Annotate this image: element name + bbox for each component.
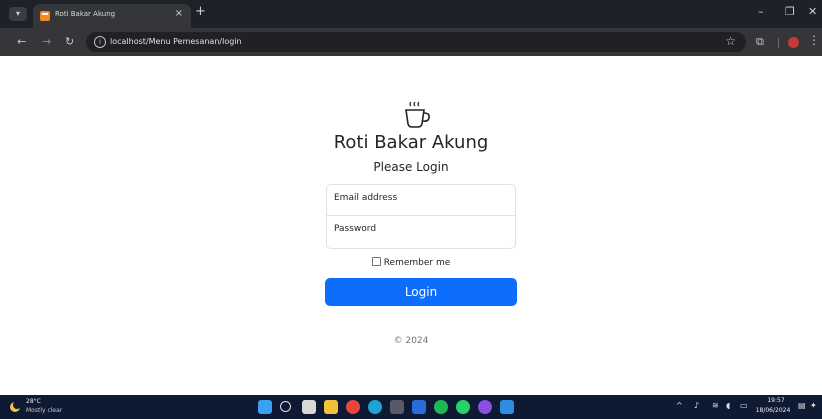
password-input[interactable]: [334, 224, 504, 234]
start-icon[interactable]: [258, 400, 272, 414]
store-icon[interactable]: [412, 400, 426, 414]
copilot-icon[interactable]: ✦: [810, 401, 817, 410]
window-minimize-button[interactable]: –: [758, 5, 764, 18]
toolbar-divider: [778, 38, 779, 48]
remember-me-checkbox[interactable]: [371, 257, 381, 266]
site-favicon-icon: [40, 11, 50, 21]
new-tab-button[interactable]: +: [195, 4, 206, 19]
weather-moon-icon[interactable]: [8, 400, 22, 414]
tray-mic-icon[interactable]: ♪: [694, 401, 699, 410]
email-input[interactable]: [334, 193, 504, 203]
taskbar-clock-time[interactable]: 19:57: [756, 397, 796, 404]
chrome-icon[interactable]: [346, 400, 360, 414]
login-heading: Please Login: [373, 160, 449, 174]
tab-close-button[interactable]: ×: [175, 8, 183, 19]
tab-title: Roti Bakar Akung: [55, 10, 116, 18]
tab-search-button[interactable]: ▾: [9, 7, 27, 21]
remember-me-label[interactable]: Remember me: [384, 258, 451, 268]
password-field-wrapper: [326, 216, 516, 249]
footer-copyright: © 2024: [393, 336, 429, 346]
weather-temperature[interactable]: 28°C: [26, 398, 41, 405]
profile-avatar[interactable]: [788, 37, 799, 48]
browser-icon[interactable]: [478, 400, 492, 414]
edge-icon[interactable]: [368, 400, 382, 414]
coffee-cup-icon: [405, 101, 430, 128]
window-close-button[interactable]: ✕: [808, 5, 817, 18]
brand-title: Roti Bakar Akung: [333, 132, 489, 153]
browser-tab[interactable]: Roti Bakar Akung ×: [33, 4, 191, 28]
reload-icon[interactable]: ↻: [65, 35, 74, 48]
volume-icon[interactable]: ◖: [726, 401, 730, 410]
email-field-wrapper: [326, 184, 516, 216]
browser-tab-bar: ▾ Roti Bakar Akung × + – ❐ ✕: [0, 0, 822, 28]
back-arrow-icon[interactable]: ←: [17, 35, 26, 48]
browser-menu-icon[interactable]: ⋮: [808, 33, 820, 47]
file-explorer-icon[interactable]: [324, 400, 338, 414]
weather-description[interactable]: Mostly clear: [26, 407, 62, 414]
spotify-icon[interactable]: [434, 400, 448, 414]
battery-icon[interactable]: ▭: [740, 401, 748, 410]
taskbar-clock-date[interactable]: 18/06/2024: [750, 407, 796, 414]
calculator-icon[interactable]: [390, 400, 404, 414]
login-page: Roti Bakar Akung Please Login Remember m…: [0, 56, 822, 395]
address-url[interactable]: localhost/Menu Pemesanan/login: [110, 37, 242, 46]
whatsapp-icon[interactable]: [456, 400, 470, 414]
window-maximize-button[interactable]: ❐: [785, 5, 795, 18]
notification-icon[interactable]: ▤: [798, 401, 806, 410]
task-view-icon[interactable]: [302, 400, 316, 414]
extensions-icon[interactable]: ⧉: [756, 35, 764, 49]
vscode-icon[interactable]: [500, 400, 514, 414]
browser-toolbar: ← → ↻ i localhost/Menu Pemesanan/login ☆…: [0, 28, 822, 56]
windows-taskbar: 28°C Mostly clear ^ ♪ ≋ ◖ ▭ 19:57 18/06/…: [0, 395, 822, 419]
site-info-icon[interactable]: i: [94, 36, 106, 48]
remember-me-row: Remember me: [0, 257, 822, 268]
wifi-icon[interactable]: ≋: [712, 401, 719, 410]
forward-arrow-icon[interactable]: →: [42, 35, 51, 48]
tray-chevron-up-icon[interactable]: ^: [676, 401, 683, 410]
login-button[interactable]: Login: [325, 278, 517, 306]
bookmark-star-icon[interactable]: ☆: [725, 34, 736, 48]
address-bar[interactable]: i localhost/Menu Pemesanan/login ☆: [86, 32, 746, 52]
search-icon[interactable]: [280, 401, 291, 412]
